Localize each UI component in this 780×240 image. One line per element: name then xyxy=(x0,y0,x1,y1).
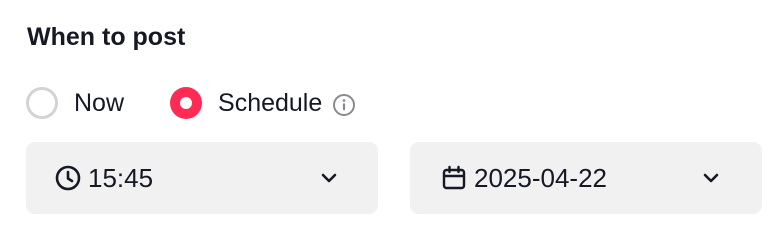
radio-option-schedule[interactable]: Schedule xyxy=(170,86,356,120)
date-select[interactable]: 2025-04-22 xyxy=(410,142,762,214)
section-title: When to post xyxy=(27,23,186,51)
calendar-icon xyxy=(440,164,468,192)
post-timing-radio-group: Now Schedule xyxy=(26,84,356,122)
time-value: 15:45 xyxy=(88,163,154,193)
chevron-down-icon xyxy=(318,167,340,189)
radio-label-now: Now xyxy=(74,89,125,117)
clock-icon xyxy=(54,164,82,192)
chevron-down-icon xyxy=(700,167,722,189)
radio-option-now[interactable]: Now xyxy=(26,86,124,120)
radio-schedule-selected[interactable] xyxy=(170,87,203,119)
radio-now-unselected[interactable] xyxy=(26,87,58,119)
time-select[interactable]: 15:45 xyxy=(26,142,378,214)
date-value: 2025-04-22 xyxy=(474,163,607,193)
radio-label-schedule: Schedule xyxy=(218,89,323,117)
info-icon[interactable] xyxy=(332,93,356,117)
